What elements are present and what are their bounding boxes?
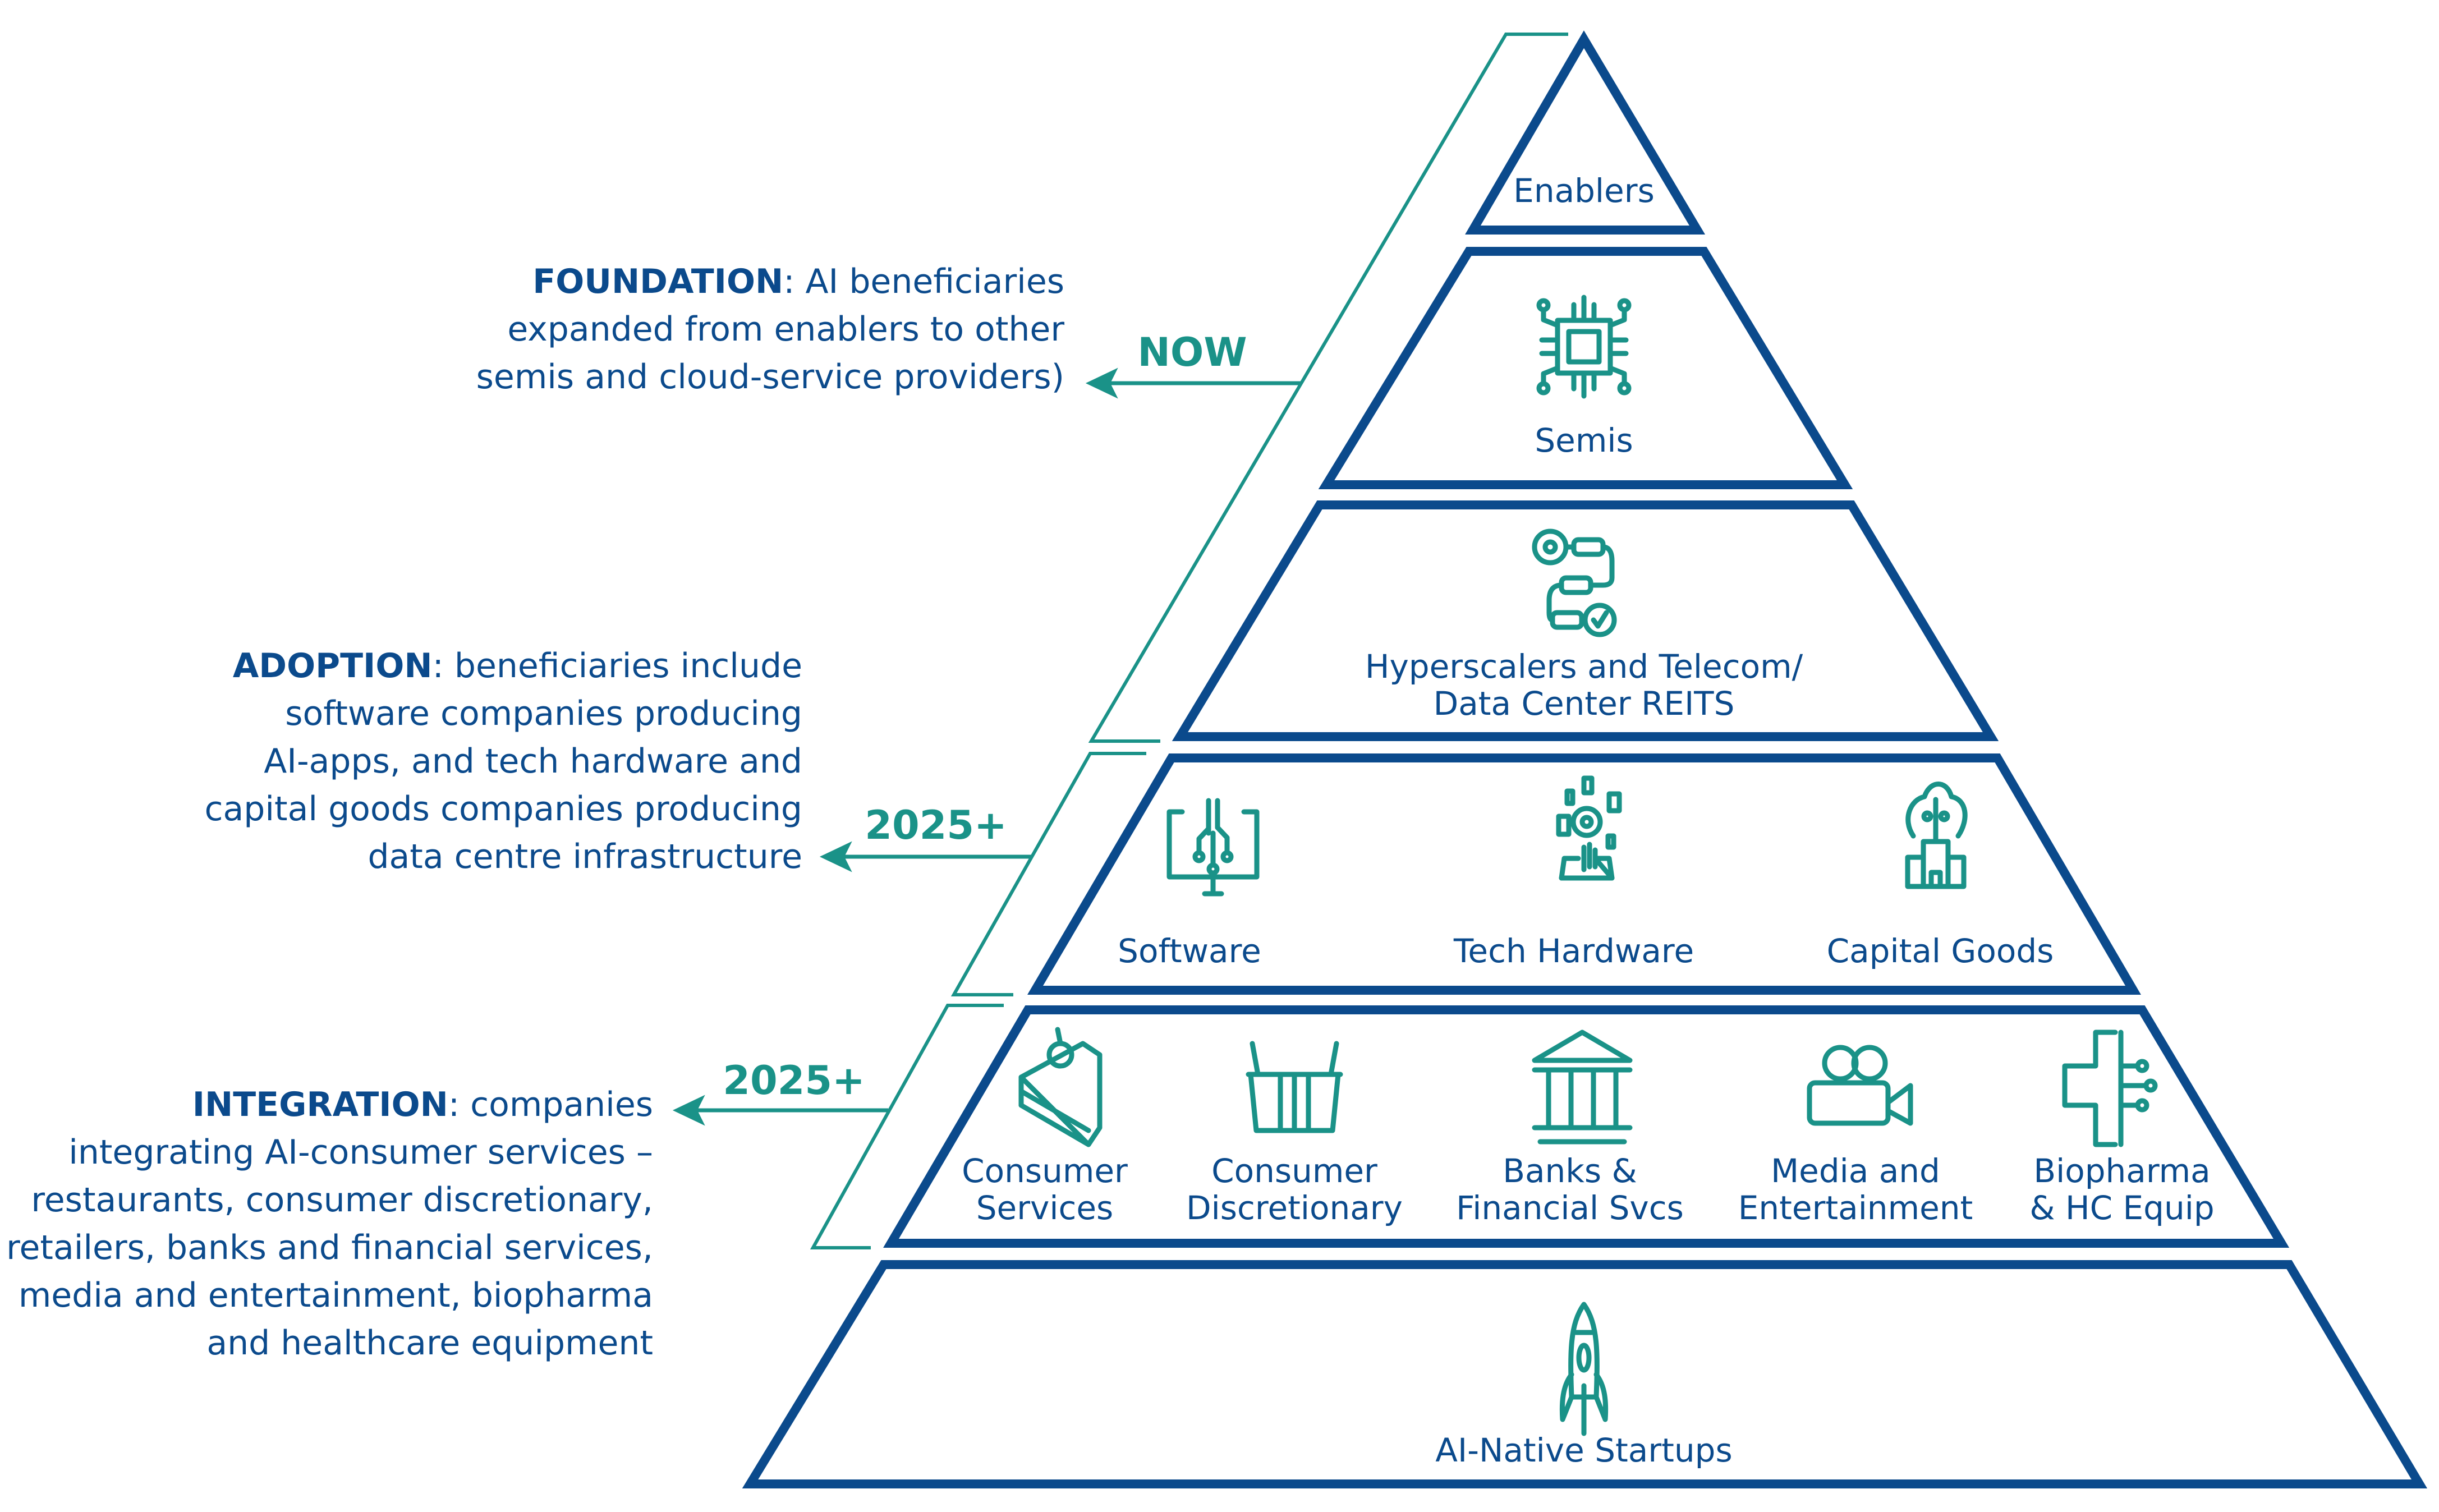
capital-goods-icon	[1905, 782, 1968, 889]
stage-adoption-line-1: ADOPTION: beneficiaries include	[17, 642, 802, 690]
bracket-foundation	[1088, 33, 1568, 743]
item-label-software: Software	[1118, 932, 1261, 970]
tier-label-hyperscalers-2: Data Center REITS	[1434, 684, 1735, 723]
stage-text: capital goods companies producing	[204, 789, 802, 829]
item-label-banks-2: Financial Svcs	[1456, 1189, 1684, 1227]
tier-label-enablers: Enablers	[1513, 172, 1655, 210]
stage-integration-line-1: INTEGRATION: companies	[0, 1081, 653, 1129]
stage-foundation: FOUNDATION: AI beneficiaries expanded fr…	[279, 258, 1064, 401]
item-label-tech-hardware: Tech Hardware	[1453, 932, 1694, 970]
bank-icon	[1532, 1030, 1633, 1145]
chip-icon	[1536, 295, 1632, 399]
tier-label-hyperscalers-1: Hyperscalers and Telecom/	[1365, 647, 1803, 686]
stage-adoption: ADOPTION: beneficiaries include software…	[17, 642, 802, 881]
stage-text: restaurants, consumer discretionary,	[31, 1180, 653, 1220]
stage-text: software companies producing	[285, 694, 802, 733]
tech-hardware-icon	[1556, 775, 1622, 881]
item-label-capital-goods: Capital Goods	[1827, 932, 2054, 970]
tier-label-semis: Semis	[1535, 421, 1633, 459]
stage-text: : beneficiaries include	[432, 646, 802, 686]
workflow-gear-icon	[1532, 528, 1617, 637]
item-label-consumer-discretionary-1: Consumer	[1211, 1152, 1377, 1190]
item-label-banks-1: Banks &	[1503, 1152, 1637, 1190]
arrowhead-icon	[819, 841, 852, 872]
period-label-now: NOW	[1137, 329, 1247, 375]
stage-title-foundation: FOUNDATION	[532, 262, 784, 301]
software-monitor-icon	[1166, 798, 1260, 897]
stage-text: media and entertainment, biopharma	[18, 1276, 653, 1315]
stage-text: expanded from enablers to other	[507, 310, 1064, 349]
period-label-adoption: 2025+	[865, 802, 1007, 848]
stage-text: data centre infrastructure	[368, 837, 802, 876]
period-label-integration: 2025+	[723, 1058, 865, 1104]
stage-text: AI-apps, and tech hardware and	[264, 742, 802, 781]
stage-text: retailers, banks and financial services,	[6, 1228, 653, 1267]
stage-text: and healthcare equipment	[206, 1323, 653, 1363]
medical-cross-icon	[2062, 1030, 2158, 1147]
stage-text: : companies	[448, 1085, 653, 1124]
arrowhead-icon	[672, 1095, 705, 1126]
item-label-biopharma-2: & HC Equip	[2029, 1189, 2214, 1227]
stage-text: semis and cloud-service providers)	[476, 357, 1064, 397]
video-camera-icon	[1807, 1045, 1913, 1126]
rocket-icon	[1559, 1302, 1609, 1436]
arrowhead-icon	[1085, 367, 1118, 399]
cake-icon	[1018, 1027, 1103, 1147]
stage-title-adoption: ADOPTION	[232, 646, 433, 686]
stage-title-integration: INTEGRATION	[192, 1085, 448, 1124]
item-label-consumer-services-1: Consumer	[962, 1152, 1128, 1190]
stage-text: : AI beneficiaries	[783, 262, 1064, 301]
stage-integration: INTEGRATION: companies integrating AI-co…	[0, 1081, 653, 1367]
stage-foundation-line-1: FOUNDATION: AI beneficiaries	[279, 258, 1064, 306]
basket-icon	[1246, 1041, 1343, 1133]
item-label-consumer-discretionary-2: Discretionary	[1186, 1189, 1403, 1227]
stage-text: integrating AI-consumer services –	[68, 1133, 653, 1172]
item-label-media-2: Entertainment	[1738, 1189, 1973, 1227]
item-label-consumer-services-2: Services	[976, 1189, 1114, 1227]
tier-label-ai-native: AI-Native Startups	[1435, 1431, 1732, 1469]
item-label-media-1: Media and	[1771, 1152, 1940, 1190]
item-label-biopharma-1: Biopharma	[2033, 1152, 2210, 1190]
